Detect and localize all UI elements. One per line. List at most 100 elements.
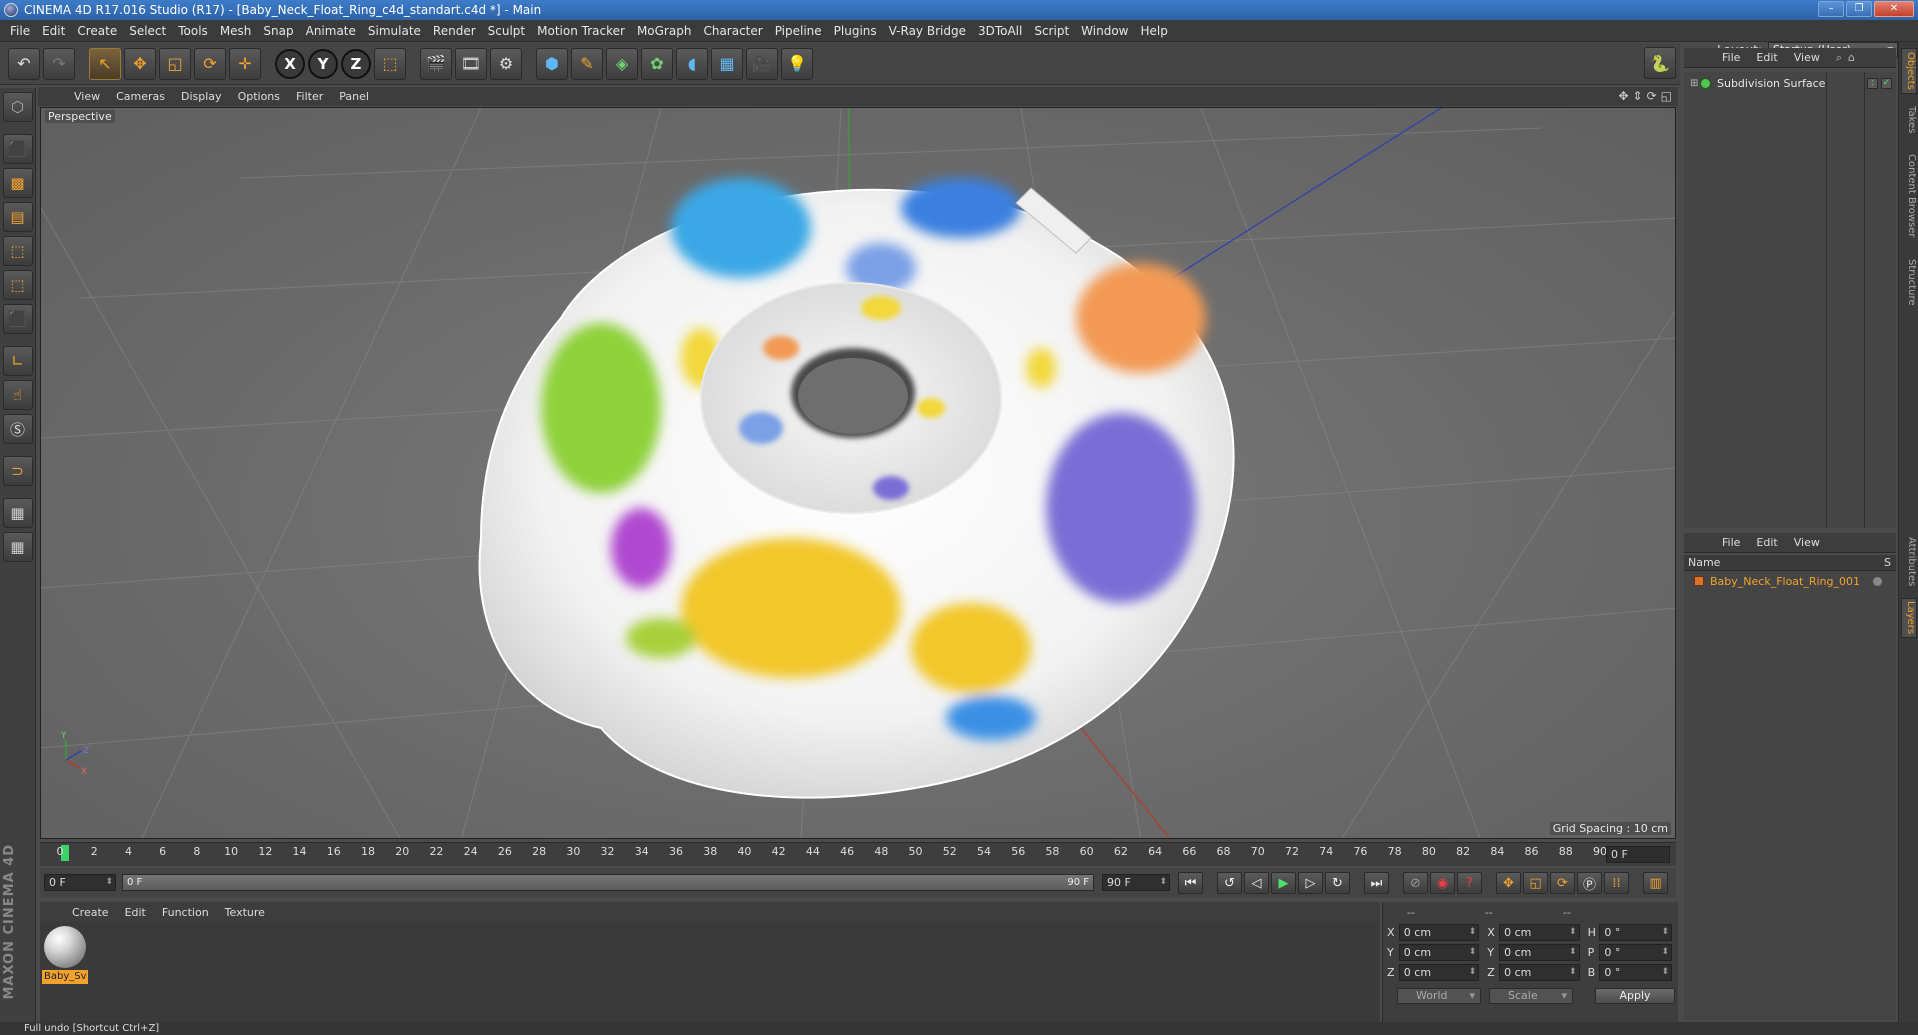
keyframe-selection-icon[interactable]: ?	[1457, 872, 1482, 894]
menu-simulate[interactable]: Simulate	[362, 20, 427, 42]
visibility-flag-icon[interactable]: :	[1867, 77, 1878, 89]
edges-mode-icon[interactable]: ⬚	[2, 270, 33, 300]
camera-icon[interactable]: 🎥	[746, 47, 778, 80]
live-selection-icon[interactable]: ↖	[89, 47, 121, 80]
enabled-check-icon[interactable]: ✓	[1881, 77, 1892, 89]
close-button[interactable]: ✕	[1874, 1, 1914, 17]
python-icon[interactable]: 🐍	[1644, 47, 1676, 79]
prev-frame-icon[interactable]: ◁	[1244, 872, 1269, 894]
texture-mode-icon[interactable]: ▩	[2, 168, 33, 198]
menu-motion-tracker[interactable]: Motion Tracker	[531, 20, 631, 42]
key-parameter-icon[interactable]: Ⓟ	[1577, 872, 1602, 894]
play-forward-icon[interactable]: ▶	[1271, 872, 1296, 894]
menu-animate[interactable]: Animate	[300, 20, 362, 42]
floor-scene-icon[interactable]: ▦	[711, 47, 743, 80]
menu-plugins[interactable]: Plugins	[828, 20, 883, 42]
menu-3dtoall[interactable]: 3DToAll	[972, 20, 1028, 42]
minimize-button[interactable]: –	[1818, 1, 1844, 17]
position-z-field[interactable]: 0 cm	[1398, 963, 1480, 981]
points-mode-icon[interactable]: ⬚	[2, 236, 33, 266]
next-frame-icon[interactable]: ▷	[1298, 872, 1323, 894]
coordinate-system-icon[interactable]: ⬚	[374, 47, 406, 80]
tweak-mode-icon[interactable]: ☝	[2, 380, 33, 410]
goto-prev-key-icon[interactable]: ↺	[1217, 872, 1242, 894]
z-axis-lock-icon[interactable]: Z	[341, 48, 371, 79]
size-y-field[interactable]: 0 cm	[1499, 943, 1580, 961]
viewport-menu-display[interactable]: Display	[173, 90, 230, 103]
redo-icon[interactable]: ↷	[43, 47, 75, 80]
start-frame-field[interactable]: 0 F	[44, 874, 116, 891]
workplane-mode-icon[interactable]: ▤	[2, 202, 33, 232]
menu-window[interactable]: Window	[1075, 20, 1134, 42]
object-search-icon[interactable]: ⌕	[1836, 51, 1842, 65]
menu-script[interactable]: Script	[1028, 20, 1075, 42]
layer-menu-file[interactable]: File	[1714, 536, 1748, 549]
object-menu-view[interactable]: View	[1786, 51, 1828, 64]
layer-row[interactable]: Baby_Neck_Float_Ring_001	[1684, 573, 1896, 589]
pen-spline-icon[interactable]: ✎	[571, 47, 603, 80]
size-z-field[interactable]: 0 cm	[1499, 963, 1580, 981]
material-menu-edit[interactable]: Edit	[117, 906, 154, 919]
viewport-camera-label[interactable]: Perspective	[45, 110, 115, 123]
menu-help[interactable]: Help	[1134, 20, 1173, 42]
menu-tools[interactable]: Tools	[172, 20, 214, 42]
move-tool-icon[interactable]: ✥	[124, 47, 156, 80]
tab-content-browser[interactable]: Content Browser	[1901, 146, 1917, 246]
current-frame-field[interactable]: 0 F	[1606, 846, 1670, 863]
goto-end-icon[interactable]: ⏭	[1364, 872, 1389, 894]
tab-takes[interactable]: Takes	[1901, 102, 1917, 138]
workplane-lock-icon[interactable]: ▦	[2, 498, 33, 528]
material-name-label[interactable]: Baby_Sv	[42, 970, 88, 984]
cube-primitive-icon[interactable]: ⬢	[536, 47, 568, 80]
viewport-3d[interactable]: Y X Z Perspective Grid Spacing : 10 cm	[40, 107, 1676, 839]
rotation-b-field[interactable]: 0 °	[1599, 963, 1672, 981]
cloner-icon[interactable]: ✿	[641, 47, 673, 80]
viewport-pan-icon[interactable]: ✥	[1618, 89, 1628, 103]
layer-solo-header[interactable]: S	[1884, 556, 1896, 569]
apply-button[interactable]: Apply	[1595, 988, 1675, 1004]
tab-attributes[interactable]: Attributes	[1901, 532, 1917, 592]
viewport-menu-view[interactable]: View	[66, 90, 108, 103]
snap-icon[interactable]: Ⓢ	[2, 414, 33, 444]
render-view-icon[interactable]: 🎬	[420, 47, 452, 80]
viewport-menu-panel[interactable]: Panel	[331, 90, 377, 103]
x-axis-lock-icon[interactable]: X	[275, 48, 305, 79]
render-settings-icon[interactable]: ⚙	[490, 47, 522, 80]
scale-tool-icon[interactable]: ◱	[159, 47, 191, 80]
end-frame-field[interactable]: 90 F	[1102, 874, 1170, 891]
layer-menu-edit[interactable]: Edit	[1748, 536, 1785, 549]
tab-layers[interactable]: Layers	[1901, 598, 1917, 638]
deformer-icon[interactable]: ◖	[676, 47, 708, 80]
viewport-menu-cameras[interactable]: Cameras	[108, 90, 173, 103]
position-x-field[interactable]: 0 cm	[1398, 923, 1480, 941]
tab-objects[interactable]: Objects	[1901, 48, 1917, 94]
make-editable-icon[interactable]: ⬡	[2, 92, 33, 122]
menu-character[interactable]: Character	[697, 20, 768, 42]
key-position-icon[interactable]: ✥	[1496, 872, 1521, 894]
goto-start-icon[interactable]: ⏮	[1178, 872, 1203, 894]
autokey-icon[interactable]: ◉	[1430, 872, 1455, 894]
layer-name-header[interactable]: Name	[1688, 556, 1884, 569]
object-menu-edit[interactable]: Edit	[1748, 51, 1785, 64]
recent-tool-icon[interactable]: ✛	[229, 47, 261, 80]
viewport-dolly-icon[interactable]: ⇕	[1633, 89, 1643, 103]
polygons-mode-icon[interactable]: ⬛	[2, 304, 33, 334]
menu-edit[interactable]: Edit	[36, 20, 71, 42]
viewport-menu-options[interactable]: Options	[230, 90, 288, 103]
object-menu-file[interactable]: File	[1714, 51, 1748, 64]
key-pla-icon[interactable]: ⁞⁞	[1604, 872, 1629, 894]
goto-next-key-icon[interactable]: ↻	[1325, 872, 1350, 894]
key-rotation-icon[interactable]: ⟳	[1550, 872, 1575, 894]
record-keyframe-icon[interactable]: ⊘	[1403, 872, 1428, 894]
magnet-icon[interactable]: ⊃	[2, 456, 33, 486]
layer-menu-view[interactable]: View	[1786, 536, 1828, 549]
position-y-field[interactable]: 0 cm	[1398, 943, 1480, 961]
render-picture-viewer-icon[interactable]: 🎞	[455, 47, 487, 80]
coord-size-mode-dropdown[interactable]: Scale	[1489, 988, 1573, 1004]
planar-workplane-icon[interactable]: ▦	[2, 532, 33, 562]
tab-structure[interactable]: Structure	[1901, 254, 1917, 310]
menu-sculpt[interactable]: Sculpt	[482, 20, 531, 42]
material-preview-sphere[interactable]	[44, 926, 86, 968]
timeline-ruler[interactable]: 0 2 4 6 8 10 12 14 16 18 20 22 24 26 28 30 32 34 36 38 40 42 4…	[40, 842, 1676, 866]
rotate-tool-icon[interactable]: ⟳	[194, 47, 226, 80]
